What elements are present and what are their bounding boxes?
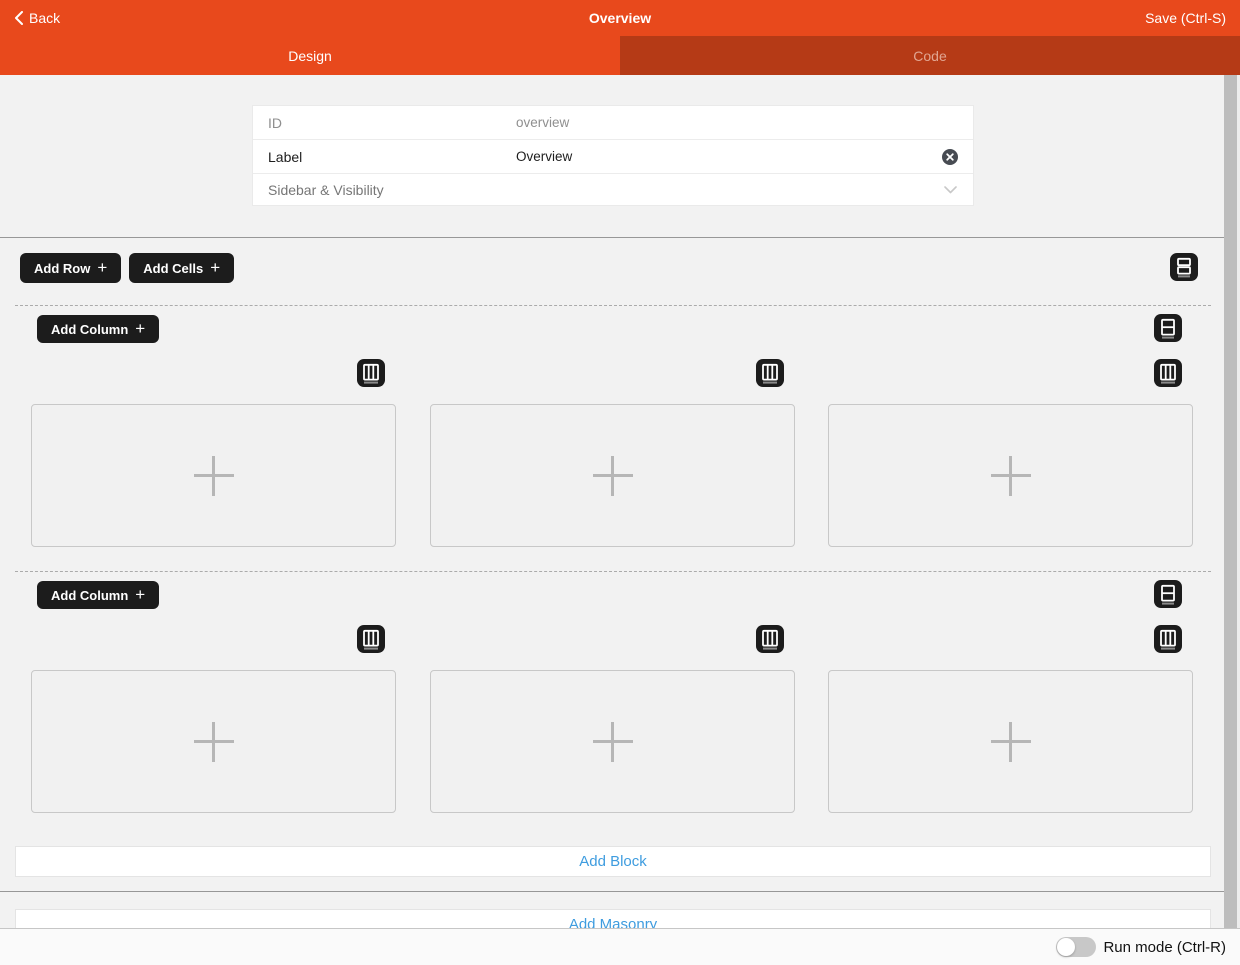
field-row-label: Label Overview bbox=[253, 140, 973, 174]
sidebar-visibility-row[interactable]: Sidebar & Visibility bbox=[253, 174, 973, 205]
empty-cell-add-target[interactable] bbox=[31, 404, 396, 547]
tab-code[interactable]: Code bbox=[620, 36, 1240, 75]
label-field-label: Label bbox=[268, 149, 302, 165]
status-bar: Run mode (Ctrl-R) bbox=[0, 928, 1240, 965]
vertical-scrollbar bbox=[1224, 75, 1240, 928]
add-row-button[interactable]: Add Row + bbox=[20, 253, 121, 283]
save-button[interactable]: Save (Ctrl-S) bbox=[1145, 0, 1226, 36]
empty-cell-add-target[interactable] bbox=[430, 670, 795, 813]
add-column-label: Add Column bbox=[51, 588, 128, 603]
sidebar-visibility-label: Sidebar & Visibility bbox=[268, 182, 384, 198]
empty-cell-add-target[interactable] bbox=[31, 670, 396, 813]
add-column-label: Add Column bbox=[51, 322, 128, 337]
rows-layout-icon[interactable] bbox=[1170, 253, 1198, 281]
label-field-input[interactable]: Overview bbox=[516, 149, 572, 164]
columns-icon[interactable] bbox=[756, 625, 784, 653]
row-split-icon[interactable] bbox=[1154, 580, 1182, 608]
content-divider bbox=[0, 237, 1224, 238]
clear-value-icon[interactable] bbox=[941, 148, 959, 166]
top-bar: Back Overview Save (Ctrl-S) bbox=[0, 0, 1240, 36]
row-section: Add Column + bbox=[15, 571, 1211, 828]
plus-icon: + bbox=[97, 259, 107, 276]
field-row-id: ID overview bbox=[253, 106, 973, 140]
add-column-button[interactable]: Add Column + bbox=[37, 581, 159, 609]
columns-icon[interactable] bbox=[1154, 359, 1182, 387]
plus-icon: + bbox=[135, 586, 145, 603]
plus-icon: + bbox=[210, 259, 220, 276]
run-mode-label: Run mode (Ctrl-R) bbox=[1103, 939, 1226, 956]
add-row-label: Add Row bbox=[34, 261, 90, 276]
scrollbar-thumb[interactable] bbox=[1224, 75, 1237, 928]
id-field-label: ID bbox=[268, 115, 282, 131]
empty-cell-add-target[interactable] bbox=[828, 404, 1193, 547]
plus-icon bbox=[593, 456, 633, 496]
tab-design[interactable]: Design bbox=[0, 36, 620, 75]
run-mode-toggle[interactable] bbox=[1056, 937, 1096, 957]
app-window: Back Overview Save (Ctrl-S) Design Code … bbox=[0, 0, 1240, 965]
columns-icon[interactable] bbox=[1154, 625, 1182, 653]
builder-bottom-border bbox=[0, 891, 1224, 892]
toggle-knob bbox=[1057, 938, 1075, 956]
columns-icon[interactable] bbox=[756, 359, 784, 387]
tab-bar: Design Code bbox=[0, 36, 1240, 75]
columns-icon[interactable] bbox=[357, 359, 385, 387]
plus-icon bbox=[194, 456, 234, 496]
plus-icon bbox=[593, 722, 633, 762]
add-block-button[interactable]: Add Block bbox=[15, 846, 1211, 877]
row-split-icon[interactable] bbox=[1154, 314, 1182, 342]
plus-icon bbox=[194, 722, 234, 762]
empty-cell-add-target[interactable] bbox=[828, 670, 1193, 813]
builder-toolbar: Add Row + Add Cells + bbox=[20, 253, 234, 283]
add-cells-button[interactable]: Add Cells + bbox=[129, 253, 234, 283]
chevron-down-icon bbox=[944, 181, 957, 199]
add-column-button[interactable]: Add Column + bbox=[37, 315, 159, 343]
plus-icon bbox=[991, 456, 1031, 496]
row-section: Add Column + bbox=[15, 305, 1211, 562]
add-cells-label: Add Cells bbox=[143, 261, 203, 276]
columns-icon[interactable] bbox=[357, 625, 385, 653]
plus-icon bbox=[991, 722, 1031, 762]
page-title: Overview bbox=[0, 10, 1240, 26]
plus-icon: + bbox=[135, 320, 145, 337]
id-field-value: overview bbox=[516, 115, 569, 130]
page-properties-card: ID overview Label Overview Sidebar & Vis… bbox=[253, 106, 973, 205]
empty-cell-add-target[interactable] bbox=[430, 404, 795, 547]
